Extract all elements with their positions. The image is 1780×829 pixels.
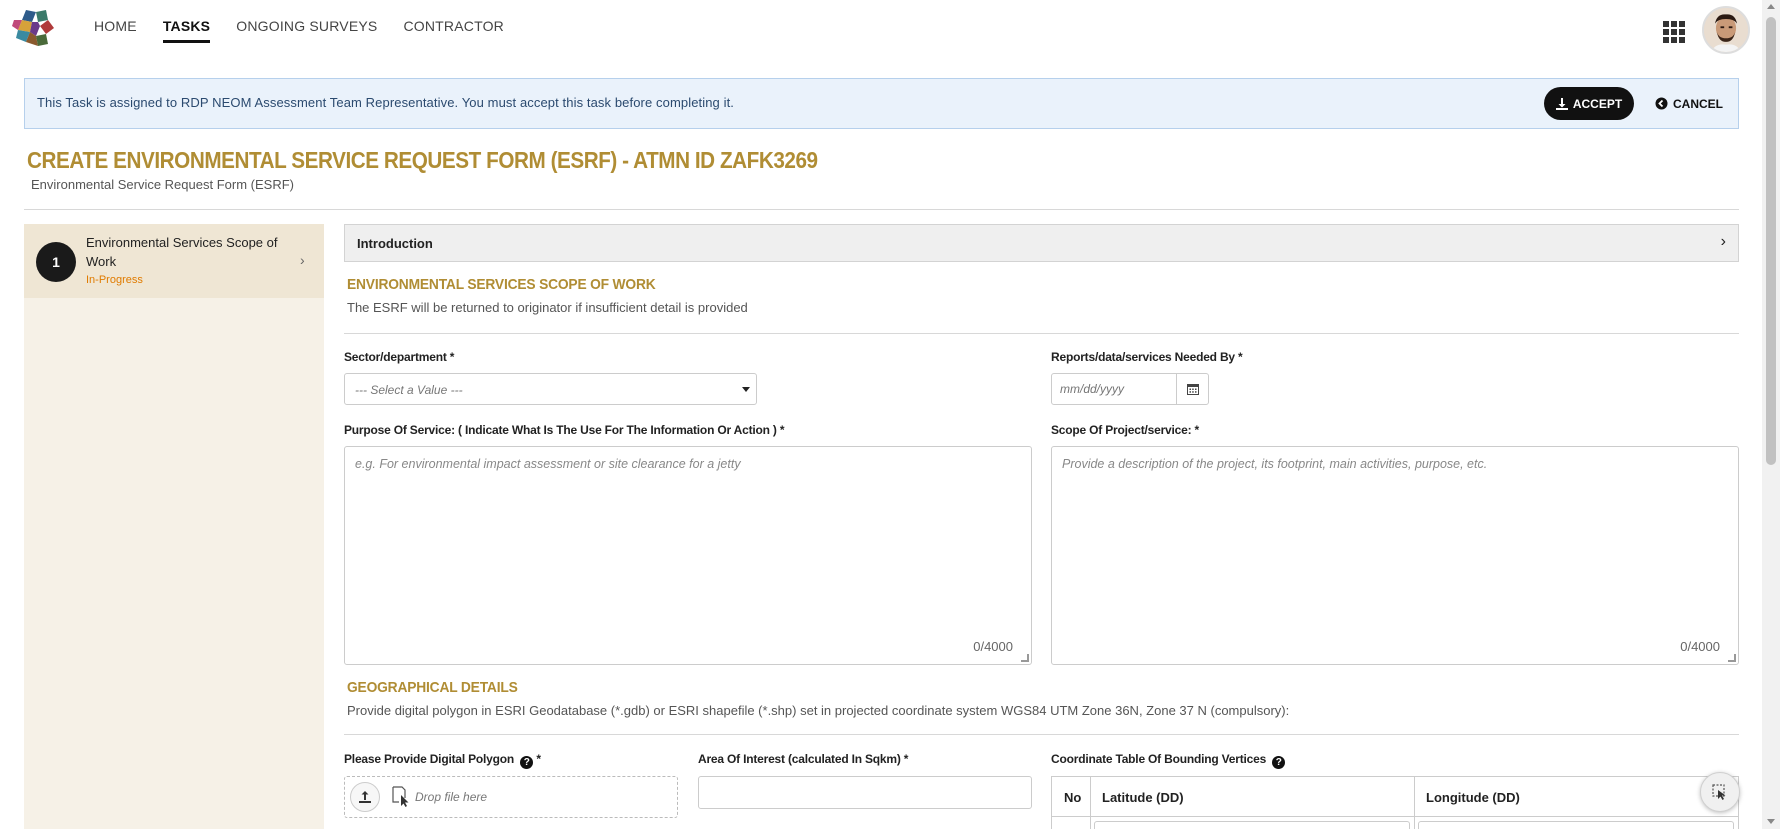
column-divider bbox=[1414, 777, 1415, 829]
column-divider bbox=[1090, 777, 1091, 829]
needed-by-date-input[interactable] bbox=[1051, 373, 1177, 405]
scope-textarea-wrapper: 0/4000 bbox=[1051, 446, 1739, 665]
cancel-label: CANCEL bbox=[1673, 96, 1723, 111]
step-status: In-Progress bbox=[86, 274, 143, 286]
polygon-label: Please Provide Digital Polygon ? * bbox=[344, 752, 541, 769]
accept-button[interactable]: ACCEPT bbox=[1544, 87, 1634, 120]
resize-handle-icon[interactable] bbox=[1728, 654, 1736, 662]
required-mark: * bbox=[536, 752, 541, 766]
purpose-textarea-wrapper: 0/4000 bbox=[344, 446, 1032, 665]
download-icon bbox=[1555, 97, 1568, 110]
polygon-dropzone[interactable]: Drop file here bbox=[344, 776, 678, 818]
pointer-assist-button[interactable] bbox=[1700, 772, 1740, 812]
introduction-accordion[interactable]: Introduction › bbox=[344, 224, 1739, 262]
chevron-right-icon: › bbox=[300, 252, 305, 268]
nav-item-tasks[interactable]: TASKS bbox=[162, 16, 211, 43]
calendar-button[interactable] bbox=[1176, 373, 1209, 405]
app-logo[interactable] bbox=[12, 8, 56, 50]
sector-select-value: --- Select a Value --- bbox=[355, 383, 463, 397]
scroll-thumb[interactable] bbox=[1766, 17, 1776, 465]
drag-file-icon bbox=[392, 786, 409, 807]
step-number: 1 bbox=[36, 242, 76, 282]
area-label: Area Of Interest (calculated In Sqkm) * bbox=[698, 752, 909, 766]
column-header-latitude: Latitude (DD) bbox=[1102, 789, 1184, 805]
upload-icon bbox=[359, 791, 371, 803]
scope-char-counter: 0/4000 bbox=[1680, 639, 1720, 654]
chevron-right-icon: › bbox=[1720, 233, 1726, 250]
polygon-label-text: Please Provide Digital Polygon bbox=[344, 752, 515, 766]
scope-section-title: ENVIRONMENTAL SERVICES SCOPE OF WORK bbox=[347, 276, 656, 293]
nav-item-contractor[interactable]: CONTRACTOR bbox=[403, 16, 504, 34]
longitude-input[interactable] bbox=[1418, 821, 1734, 829]
column-header-no: No bbox=[1064, 789, 1082, 805]
nav-item-ongoing-surveys[interactable]: ONGOING SURVEYS bbox=[236, 16, 377, 34]
back-circle-icon bbox=[1655, 97, 1668, 110]
area-input[interactable] bbox=[698, 776, 1032, 809]
nav-item-home[interactable]: HOME bbox=[94, 16, 137, 34]
sector-select[interactable]: --- Select a Value --- bbox=[344, 373, 757, 405]
scroll-down-arrow-icon[interactable] bbox=[1767, 819, 1775, 824]
divider bbox=[24, 209, 1739, 210]
page-scrollbar[interactable] bbox=[1762, 0, 1780, 829]
coordinate-table-header: No Latitude (DD) Longitude (DD) bbox=[1052, 777, 1738, 817]
user-avatar[interactable] bbox=[1702, 6, 1750, 54]
calendar-icon bbox=[1186, 384, 1199, 395]
accept-label: ACCEPT bbox=[1572, 96, 1623, 111]
main-nav: HOME TASKS ONGOING SURVEYS CONTRACTOR bbox=[94, 0, 530, 50]
purpose-label: Purpose Of Service: ( Indicate What Is T… bbox=[344, 423, 785, 437]
geo-section-description: Provide digital polygon in ESRI Geodatab… bbox=[347, 703, 1290, 718]
purpose-textarea[interactable] bbox=[345, 447, 1031, 664]
upload-button[interactable] bbox=[350, 782, 380, 812]
coordinate-table: No Latitude (DD) Longitude (DD) bbox=[1051, 776, 1739, 829]
coords-label-text: Coordinate Table Of Bounding Vertices bbox=[1051, 752, 1267, 766]
scope-textarea[interactable] bbox=[1052, 447, 1738, 664]
divider bbox=[344, 333, 1739, 334]
caret-down-icon bbox=[742, 387, 750, 392]
cursor-select-icon bbox=[1712, 784, 1726, 800]
task-assignment-banner: This Task is assigned to RDP NEOM Assess… bbox=[24, 78, 1739, 129]
scroll-up-arrow-icon[interactable] bbox=[1767, 4, 1775, 9]
drop-file-text: Drop file here bbox=[415, 790, 488, 804]
page-subtitle: Environmental Service Request Form (ESRF… bbox=[31, 177, 294, 192]
purpose-char-counter: 0/4000 bbox=[973, 639, 1013, 654]
help-icon[interactable]: ? bbox=[1272, 756, 1286, 769]
divider bbox=[344, 734, 1739, 735]
help-icon[interactable]: ? bbox=[520, 756, 534, 769]
needed-by-label: Reports/data/services Needed By * bbox=[1051, 350, 1243, 364]
top-navbar: HOME TASKS ONGOING SURVEYS CONTRACTOR bbox=[0, 0, 1762, 60]
latitude-input[interactable] bbox=[1094, 821, 1410, 829]
step-label: Environmental Services Scope of Work bbox=[86, 235, 278, 269]
banner-message: This Task is assigned to RDP NEOM Assess… bbox=[37, 95, 735, 110]
column-header-longitude: Longitude (DD) bbox=[1426, 789, 1520, 805]
resize-handle-icon[interactable] bbox=[1021, 654, 1029, 662]
coords-label: Coordinate Table Of Bounding Vertices ? bbox=[1051, 752, 1286, 769]
scope-label: Scope Of Project/service: * bbox=[1051, 423, 1199, 437]
step-item-scope-of-work[interactable]: 1 Environmental Services Scope of Work I… bbox=[24, 224, 324, 298]
grid-apps-icon[interactable] bbox=[1663, 21, 1685, 43]
scope-section-description: The ESRF will be returned to originator … bbox=[347, 300, 748, 315]
steps-sidebar: 1 Environmental Services Scope of Work I… bbox=[24, 224, 324, 829]
cancel-button[interactable]: CANCEL bbox=[1649, 87, 1729, 120]
introduction-label: Introduction bbox=[357, 236, 433, 251]
avatar-face-icon bbox=[1704, 8, 1748, 52]
geo-section-title: GEOGRAPHICAL DETAILS bbox=[347, 679, 518, 696]
sector-label: Sector/department * bbox=[344, 350, 455, 364]
page-title: CREATE ENVIRONMENTAL SERVICE REQUEST FOR… bbox=[27, 147, 818, 173]
